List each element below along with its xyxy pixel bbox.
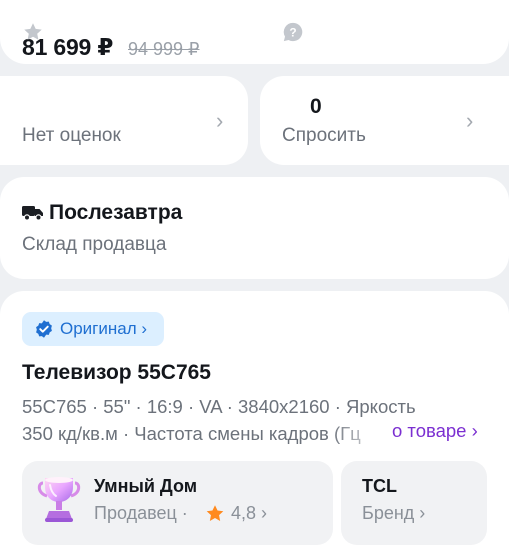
reviews-tile[interactable]	[0, 76, 248, 165]
original-badge-label: Оригинал ›	[60, 319, 148, 338]
old-price: 94 999 ₽	[128, 39, 200, 59]
questions-count: 0	[310, 95, 322, 118]
delivery-card[interactable]	[0, 177, 509, 279]
brand-name: TCL	[362, 476, 397, 496]
seller-role: Продавец ·	[94, 503, 188, 523]
specs-line-1: 55C765 · 55" · 16:9 · VA · 3840x2160 · Я…	[22, 396, 416, 417]
about-product-link[interactable]: о товаре ›	[388, 420, 478, 442]
truck-icon	[22, 206, 43, 221]
brand-role: Бренд ›	[362, 503, 426, 523]
delivery-title: Послезавтра	[49, 201, 183, 224]
trophy-icon	[37, 477, 81, 522]
specs-fade	[330, 420, 390, 446]
questions-chevron-icon: ›	[466, 108, 474, 133]
questions-label: Спросить	[282, 125, 366, 146]
star-icon	[24, 23, 42, 40]
svg-text:?: ?	[289, 26, 296, 40]
reviews-label: Нет оценок	[22, 125, 121, 146]
original-badge[interactable]: Оригинал ›	[22, 312, 164, 346]
reviews-chevron-icon: ›	[216, 108, 224, 133]
product-title: Телевизор 55C765	[22, 361, 211, 384]
delivery-subtitle: Склад продавца	[22, 234, 167, 255]
star-icon	[206, 505, 224, 521]
question-bubble-icon: ?	[283, 22, 303, 42]
seller-rating: 4,8 ›	[231, 503, 268, 523]
verified-check-icon	[36, 320, 52, 338]
seller-name: Умный Дом	[94, 476, 198, 496]
